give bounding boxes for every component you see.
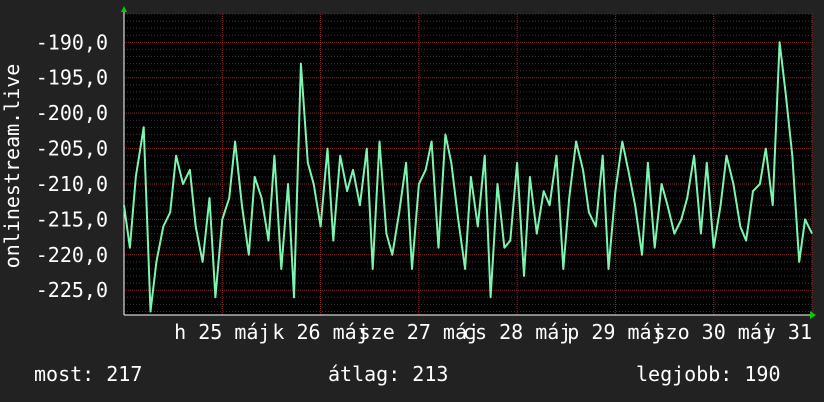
x-tick-label: v 31 máj [764,320,824,344]
stat-best-label: legjobb: [636,362,733,386]
x-tick-label: cs 28 máj [463,320,571,344]
x-axis-arrow [810,311,816,319]
stat-best: legjobb: 190 [636,362,781,386]
plot-area [124,14,812,315]
stat-average-value: 213 [412,362,449,386]
y-axis-ticks: -190,0 -195,0 -200,0 -205,0 -210,0 -215,0 -220… [36,30,108,302]
stat-current: most: 217 [34,362,142,386]
y-tick-label: -225,0 [36,278,108,302]
y-axis-label: onlinestream.live [0,64,24,269]
x-axis-ticks: h 25 máj k 26 májsze 27 májcs 28 májp 29 … [174,320,824,344]
y-tick-label: -200,0 [36,101,108,125]
stat-best-value: 190 [744,362,781,386]
stat-current-value: 217 [106,362,143,386]
x-tick-label: sze 27 máj [359,320,479,344]
x-tick-label: h 25 máj [174,320,270,344]
stat-average: átlag: 213 [328,362,448,386]
y-tick-label: -220,0 [36,243,108,267]
stat-average-label: átlag: [328,362,401,386]
y-axis-arrow [121,6,127,12]
chart: -190,0 -195,0 -200,0 -205,0 -210,0 -215,0 -220… [0,6,824,344]
x-tick-label: szo 30 máj [654,320,774,344]
stat-current-label: most: [34,362,95,386]
y-tick-label: -190,0 [36,30,108,54]
x-tick-label: p 29 máj [567,320,663,344]
y-tick-label: -195,0 [36,66,108,90]
y-tick-label: -215,0 [36,207,108,231]
y-tick-label: -210,0 [36,172,108,196]
y-tick-label: -205,0 [36,137,108,161]
x-tick-label: k 26 máj [272,320,368,344]
